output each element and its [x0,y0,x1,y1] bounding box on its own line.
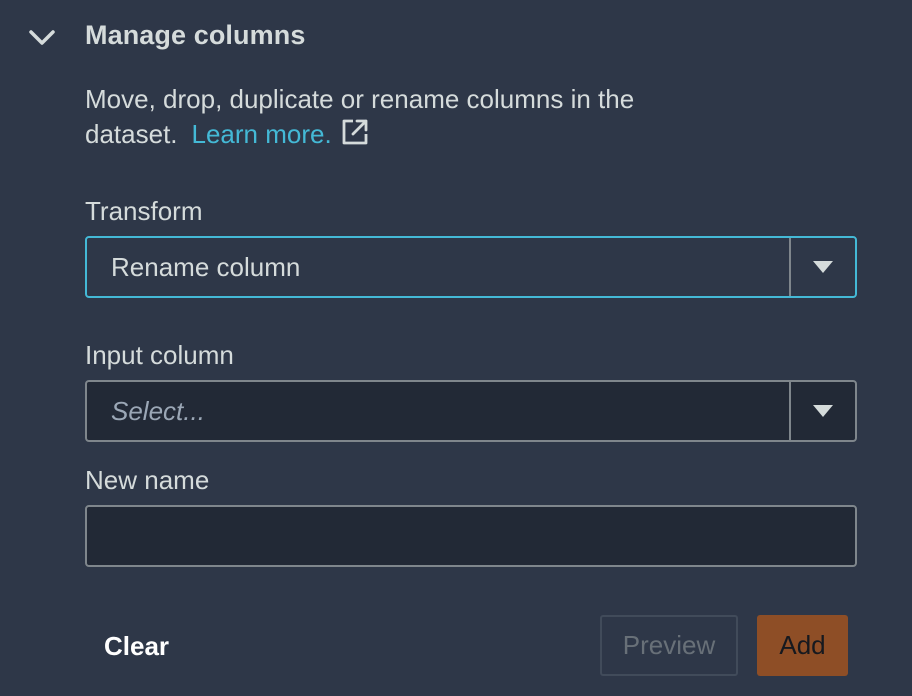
input-column-select[interactable]: Select... [85,380,857,442]
learn-more-label: Learn more. [191,119,332,149]
panel-title: Manage columns [85,20,306,50]
input-column-label: Input column [85,340,234,370]
preview-button[interactable]: Preview [600,615,738,676]
new-name-input[interactable] [85,505,857,567]
add-button[interactable]: Add [757,615,848,676]
transform-label: Transform [85,196,203,226]
clear-button[interactable]: Clear [104,631,169,662]
transform-select-caret[interactable] [789,238,855,296]
caret-down-icon [813,261,833,273]
collapse-toggle[interactable] [26,22,58,54]
panel-header: Manage columns [0,0,912,76]
input-column-placeholder: Select... [111,395,205,426]
new-name-label: New name [85,465,210,495]
panel-description: Move, drop, duplicate or rename columns … [85,82,745,152]
external-link-icon[interactable] [340,117,370,147]
transform-select-value: Rename column [111,251,301,282]
transform-select[interactable]: Rename column [85,236,857,298]
chevron-down-icon [29,30,55,45]
caret-down-icon [813,405,833,417]
learn-more-link[interactable]: Learn more. [192,119,332,149]
input-column-select-caret[interactable] [789,382,855,440]
